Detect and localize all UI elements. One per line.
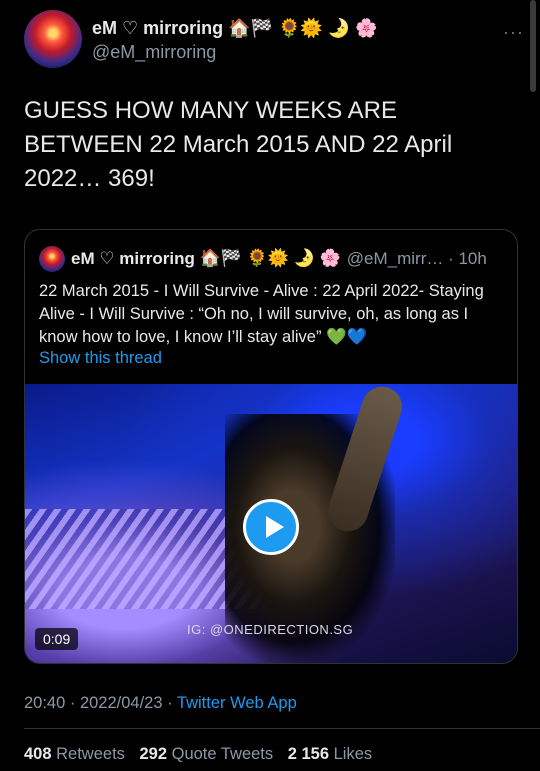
likes-label: Likes: [333, 745, 373, 763]
quoted-handle-time: @eM_mirr… · 10h: [346, 249, 487, 268]
quoted-tweet-text: 22 March 2015 - I Will Survive - Alive :…: [39, 282, 484, 346]
quotes-stat[interactable]: 292 Quote Tweets: [140, 745, 274, 763]
retweets-stat[interactable]: 408 Retweets: [24, 745, 125, 763]
tweet-header: eM ♡ mirroring 🏠🏁 🌻🌞 🌛 🌸 @eM_mirroring ·…: [24, 10, 524, 70]
quotes-label: Quote Tweets: [171, 745, 274, 763]
timestamp[interactable]: 20:40 · 2022/04/23 ·: [24, 694, 177, 712]
likes-stat[interactable]: 2 156 Likes: [288, 745, 372, 763]
author-name-line[interactable]: eM ♡ mirroring 🏠🏁 🌻🌞 🌛 🌸: [92, 18, 378, 39]
source-app-link[interactable]: Twitter Web App: [177, 694, 297, 712]
quotes-count: 292: [139, 745, 168, 763]
video-watermark: IG: @ONEDIRECTION.SG: [187, 622, 354, 637]
quoted-avatar[interactable]: [39, 246, 65, 272]
likes-count: 2 156: [287, 745, 330, 763]
show-thread-link[interactable]: Show this thread: [39, 349, 162, 368]
more-options-icon[interactable]: ···: [503, 22, 524, 43]
author-emojis: 🏠🏁 🌻🌞 🌛 🌸: [228, 18, 378, 38]
retweets-label: Retweets: [56, 745, 125, 763]
engagement-stats: 408 Retweets 292 Quote Tweets 2 156 Like…: [24, 745, 372, 764]
tweet-meta: 20:40 · 2022/04/23 · Twitter Web App: [24, 694, 297, 713]
retweets-count: 408: [24, 745, 52, 763]
quoted-tweet[interactable]: eM ♡ mirroring 🏠🏁 🌻🌞 🌛 🌸 @eM_mirr… · 10h …: [24, 229, 518, 664]
quoted-tweet-header: eM ♡ mirroring 🏠🏁 🌻🌞 🌛 🌸 @eM_mirr… · 10h: [39, 246, 487, 272]
author-name[interactable]: eM ♡ mirroring: [92, 18, 223, 38]
quoted-author-emojis: 🏠🏁 🌻🌞 🌛 🌸: [199, 248, 341, 268]
play-button-icon[interactable]: [243, 499, 299, 555]
video-player[interactable]: IG: @ONEDIRECTION.SG 0:09: [25, 381, 517, 663]
author-handle[interactable]: @eM_mirroring: [92, 42, 216, 63]
tweet-text: GUESS HOW MANY WEEKS ARE BETWEEN 22 Marc…: [24, 97, 453, 192]
video-duration: 0:09: [35, 628, 79, 650]
quoted-author-name[interactable]: eM ♡ mirroring: [71, 249, 195, 268]
avatar[interactable]: [24, 10, 82, 68]
divider: [24, 728, 540, 729]
scrollbar[interactable]: [530, 0, 536, 92]
